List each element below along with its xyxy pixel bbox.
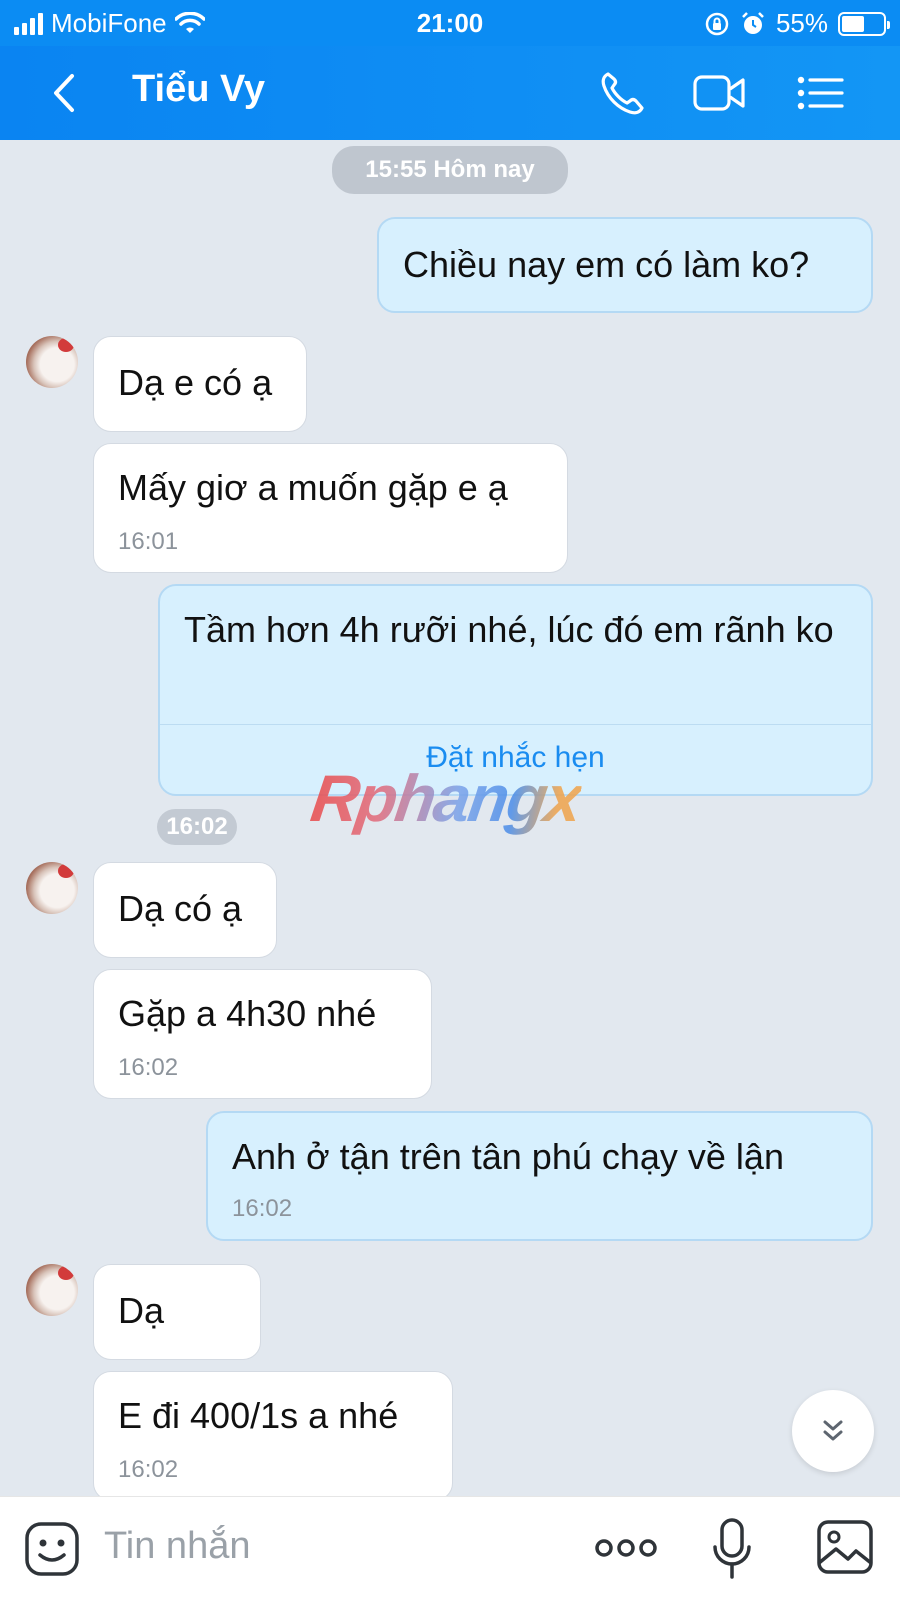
video-icon[interactable]: [692, 68, 748, 118]
status-right: 55%: [704, 8, 890, 39]
scroll-down-icon: [823, 1420, 843, 1441]
scroll-to-bottom-button[interactable]: [792, 1390, 874, 1472]
message-input-bar: Tin nhắn: [0, 1496, 900, 1600]
message-time: 16:02: [232, 1195, 293, 1222]
message-text: Dạ có ạ: [118, 888, 243, 929]
emoji-icon[interactable]: [24, 1521, 80, 1577]
mic-icon[interactable]: [710, 1517, 754, 1581]
contact-avatar[interactable]: [26, 862, 78, 914]
message-time: 16:02: [118, 1054, 179, 1081]
battery-icon: [838, 11, 890, 36]
message-bubble-incoming[interactable]: Dạ: [93, 1264, 261, 1360]
phone-icon[interactable]: [596, 68, 652, 118]
contact-avatar[interactable]: [26, 1264, 78, 1316]
rotation-lock-icon: [705, 12, 729, 35]
message-bubble-incoming[interactable]: Dạ có ạ: [93, 862, 277, 958]
status-bar: MobiFone 21:00 55%: [0, 0, 900, 46]
date-separator: 15:55 Hôm nay: [332, 146, 568, 194]
back-icon[interactable]: [44, 70, 84, 116]
message-bubble-outgoing[interactable]: Chiều nay em có làm ko?: [377, 217, 873, 313]
chat-header: Tiểu Vy: [0, 46, 900, 140]
battery-fill: [842, 15, 864, 32]
alarm-icon: [742, 11, 764, 34]
message-bubble-incoming[interactable]: Dạ e có ạ: [93, 336, 307, 432]
message-text: Gặp a 4h30 nhé: [118, 993, 377, 1034]
contact-name[interactable]: Tiểu Vy: [132, 68, 265, 111]
message-time: 16:02: [118, 1456, 179, 1483]
message-text: Anh ở tận trên tân phú chạy về lận: [232, 1136, 784, 1177]
more-icon[interactable]: [594, 1533, 658, 1563]
message-time: 16:01: [118, 528, 179, 555]
watermark-logo: Rphangx: [306, 761, 586, 835]
image-icon[interactable]: [816, 1519, 874, 1575]
message-bubble-incoming[interactable]: E đi 400/1s a nhé 16:02: [93, 1371, 453, 1501]
message-text: E đi 400/1s a nhé: [118, 1395, 399, 1436]
message-text: Tầm hơn 4h rưỡi nhé, lúc đó em rãnh ko: [184, 609, 834, 650]
message-text: Dạ: [118, 1290, 165, 1331]
message-bubble-incoming[interactable]: Gặp a 4h30 nhé 16:02: [93, 969, 432, 1099]
message-text: Chiều nay em có làm ko?: [403, 244, 810, 285]
message-bubble-incoming[interactable]: Mấy giơ a muốn gặp e ạ 16:01: [93, 443, 568, 573]
bubble-divider: [160, 724, 871, 725]
message-text: Dạ e có ạ: [118, 362, 273, 403]
message-text: Mấy giơ a muốn gặp e ạ: [118, 467, 508, 508]
message-time: 16:02: [157, 809, 237, 845]
message-input[interactable]: Tin nhắn: [104, 1525, 250, 1568]
battery-percent: 55%: [775, 8, 828, 38]
contact-avatar[interactable]: [26, 336, 78, 388]
menu-icon[interactable]: [792, 68, 848, 118]
message-bubble-outgoing[interactable]: Anh ở tận trên tân phú chạy về lận 16:02: [206, 1111, 873, 1241]
